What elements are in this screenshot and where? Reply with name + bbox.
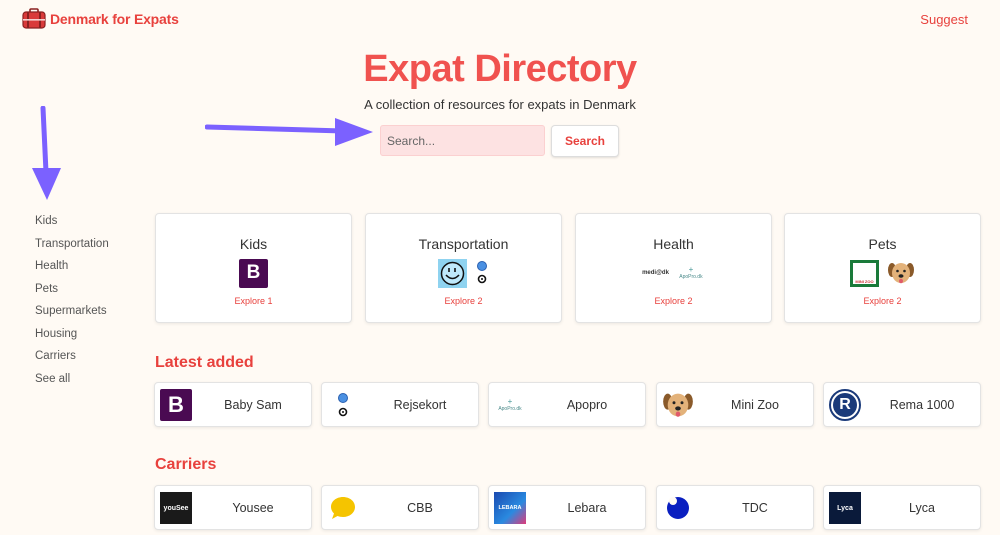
speech-bubble-icon (331, 497, 355, 519)
arrow-right-icon (205, 118, 373, 146)
list-item-rema-1000[interactable]: R Rema 1000 (823, 382, 981, 427)
smiley-logo (438, 258, 467, 288)
item-label: Apopro (566, 398, 608, 412)
baby-sam-logo: B (239, 258, 268, 288)
rejsekort-logo (338, 393, 348, 417)
page-title: Expat Directory (363, 48, 637, 90)
item-label: Lebara (567, 501, 607, 515)
sidebar-item-see-all[interactable]: See all (35, 371, 109, 394)
dog-icon (888, 263, 914, 284)
brand-name: Denmark for Expats (50, 11, 179, 27)
rema-logo: R (829, 389, 861, 421)
sidebar-nav: Kids Transportation Health Pets Supermar… (35, 213, 109, 393)
item-label: Rema 1000 (889, 398, 955, 412)
item-label: CBB (407, 501, 433, 515)
category-card-transportation[interactable]: Transportation Explore 2 (365, 213, 562, 323)
sidebar-item-housing[interactable]: Housing (35, 326, 109, 349)
rejsekort-logo (477, 261, 487, 284)
explore-link[interactable]: Explore 1 (156, 296, 351, 306)
list-item-mini-zoo[interactable]: Mini Zoo (656, 382, 814, 427)
list-item-baby-sam[interactable]: B Baby Sam (154, 382, 312, 427)
mini-zoo-logo: MINI ZOO (850, 259, 879, 287)
list-item-apopro[interactable]: + ApoPro.dk Apopro (488, 382, 646, 427)
sidebar-item-supermarkets[interactable]: Supermarkets (35, 303, 109, 326)
suitcase-icon (22, 8, 46, 29)
item-label: Yousee (232, 501, 274, 515)
list-item-cbb[interactable]: CBB (321, 485, 479, 530)
category-title: Pets (868, 236, 897, 252)
sidebar-item-kids[interactable]: Kids (35, 213, 109, 236)
list-item-rejsekort[interactable]: Rejsekort (321, 382, 479, 427)
medi-logo: medi@dk (642, 270, 669, 276)
suggest-link[interactable]: Suggest (920, 12, 968, 27)
explore-link[interactable]: Explore 2 (576, 296, 771, 306)
item-label: Rejsekort (393, 398, 447, 412)
search-input[interactable] (380, 125, 545, 156)
section-title-carriers: Carriers (155, 456, 217, 473)
yousee-logo: youSee (160, 492, 192, 524)
dog-icon (663, 393, 693, 417)
sidebar-item-health[interactable]: Health (35, 258, 109, 281)
category-title: Health (653, 236, 694, 252)
brand-link[interactable]: Denmark for Expats (22, 8, 179, 30)
page-subtitle: A collection of resources for expats in … (364, 97, 636, 112)
apopro-logo: + ApoPro.dk (679, 265, 703, 281)
list-item-yousee[interactable]: youSee Yousee (154, 485, 312, 530)
search-button[interactable]: Search (551, 125, 619, 157)
category-card-kids[interactable]: Kids B Explore 1 (155, 213, 352, 323)
item-label: Baby Sam (224, 398, 282, 412)
sidebar-item-carriers[interactable]: Carriers (35, 348, 109, 371)
category-title: Kids (239, 236, 268, 252)
tdc-logo (667, 497, 689, 519)
list-item-tdc[interactable]: TDC (656, 485, 814, 530)
sidebar-item-pets[interactable]: Pets (35, 281, 109, 304)
item-label: TDC (742, 501, 768, 515)
lebara-logo: LEBARA (494, 492, 526, 524)
apopro-logo: + ApoPro.dk (498, 397, 522, 413)
list-item-lebara[interactable]: LEBARA Lebara (488, 485, 646, 530)
sidebar-item-transportation[interactable]: Transportation (35, 236, 109, 259)
baby-sam-logo: B (160, 389, 192, 421)
lyca-logo: Lyca (829, 492, 861, 524)
category-card-health[interactable]: Health medi@dk + ApoPro.dk Explore 2 (575, 213, 772, 323)
item-label: Mini Zoo (731, 398, 779, 412)
explore-link[interactable]: Explore 2 (366, 296, 561, 306)
explore-link[interactable]: Explore 2 (785, 296, 980, 306)
item-label: Lyca (909, 501, 935, 515)
category-card-pets[interactable]: Pets MINI ZOO Explore 2 (784, 213, 981, 323)
list-item-lyca[interactable]: Lyca Lyca (823, 485, 981, 530)
arrow-down-icon (32, 106, 61, 200)
category-title: Transportation (418, 236, 509, 252)
section-title-latest: Latest added (155, 354, 254, 371)
